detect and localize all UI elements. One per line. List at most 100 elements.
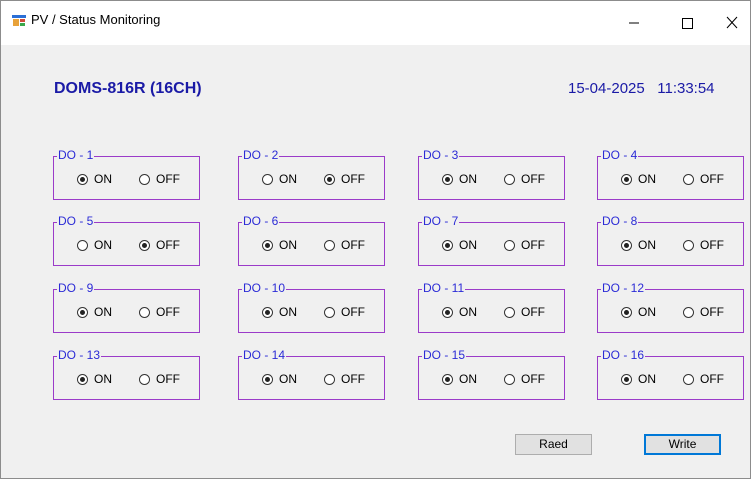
radio-circle-icon [262, 306, 273, 318]
radio-circle-icon [442, 173, 453, 185]
do-3-on-radio[interactable]: ON [442, 171, 477, 187]
do-group-11: DO - 11 ON OFF [418, 281, 565, 333]
radio-label: ON [459, 372, 477, 386]
do-group-2: DO - 2 ON OFF [238, 148, 385, 200]
do-group-label: DO - 12 [601, 281, 646, 296]
do-6-on-radio[interactable]: ON [262, 237, 297, 253]
datetime-display: 15-04-2025 11:33:54 [568, 80, 715, 97]
do-9-on-radio[interactable]: ON [77, 304, 112, 320]
window-title: PV / Status Monitoring [31, 12, 161, 27]
radio-label: OFF [700, 238, 724, 252]
radio-label: OFF [700, 172, 724, 186]
do-group-label: DO - 11 [422, 281, 466, 296]
do-8-off-radio[interactable]: OFF [683, 237, 724, 253]
radio-circle-icon [139, 373, 150, 385]
maximize-button[interactable] [664, 1, 710, 45]
radio-circle-icon [442, 373, 453, 385]
minimize-button[interactable] [611, 1, 657, 45]
do-12-on-radio[interactable]: ON [621, 304, 656, 320]
do-group-3: DO - 3 ON OFF [418, 148, 565, 200]
radio-selected-dot-icon [445, 176, 450, 182]
do-13-off-radio[interactable]: OFF [139, 371, 180, 387]
radio-selected-dot-icon [624, 176, 629, 182]
radio-label: OFF [700, 305, 724, 319]
do-group-10: DO - 10 ON OFF [238, 281, 385, 333]
radio-label: OFF [156, 172, 180, 186]
do-13-on-radio[interactable]: ON [77, 371, 112, 387]
do-7-off-radio[interactable]: OFF [504, 237, 545, 253]
do-15-off-radio[interactable]: OFF [504, 371, 545, 387]
radio-circle-icon [504, 173, 515, 185]
do-group-label: DO - 9 [57, 281, 95, 296]
do-group-16: DO - 16 ON OFF [597, 348, 744, 400]
do-1-on-radio[interactable]: ON [77, 171, 112, 187]
do-group-label: DO - 1 [57, 148, 95, 163]
do-10-on-radio[interactable]: ON [262, 304, 297, 320]
do-5-off-radio[interactable]: OFF [139, 237, 180, 253]
do-11-on-radio[interactable]: ON [442, 304, 477, 320]
do-9-off-radio[interactable]: OFF [139, 304, 180, 320]
do-6-off-radio[interactable]: OFF [324, 237, 365, 253]
radio-label: ON [94, 372, 112, 386]
do-group-label: DO - 8 [601, 214, 639, 229]
radio-label: OFF [156, 305, 180, 319]
radio-label: ON [94, 305, 112, 319]
do-8-on-radio[interactable]: ON [621, 237, 656, 253]
radio-circle-icon [77, 173, 88, 185]
radio-selected-dot-icon [445, 376, 450, 382]
radio-selected-dot-icon [142, 242, 147, 248]
do-group-label: DO - 2 [242, 148, 280, 163]
title-bar: PV / Status Monitoring [1, 1, 750, 45]
main-window: PV / Status Monitoring DOMS-816R (16CH) … [0, 0, 751, 479]
do-16-off-radio[interactable]: OFF [683, 371, 724, 387]
radio-label: ON [279, 238, 297, 252]
do-14-off-radio[interactable]: OFF [324, 371, 365, 387]
radio-circle-icon [262, 239, 273, 251]
close-button[interactable] [709, 1, 751, 45]
radio-selected-dot-icon [445, 309, 450, 315]
radio-selected-dot-icon [624, 309, 629, 315]
radio-selected-dot-icon [80, 176, 85, 182]
radio-label: ON [279, 305, 297, 319]
do-11-off-radio[interactable]: OFF [504, 304, 545, 320]
radio-selected-dot-icon [80, 309, 85, 315]
radio-selected-dot-icon [265, 309, 270, 315]
do-10-off-radio[interactable]: OFF [324, 304, 365, 320]
radio-selected-dot-icon [445, 242, 450, 248]
radio-label: OFF [341, 238, 365, 252]
radio-circle-icon [442, 239, 453, 251]
do-5-on-radio[interactable]: ON [77, 237, 112, 253]
do-15-on-radio[interactable]: ON [442, 371, 477, 387]
read-button[interactable]: Raed [515, 434, 592, 455]
do-2-on-radio[interactable]: ON [262, 171, 297, 187]
radio-label: ON [638, 172, 656, 186]
radio-label: ON [279, 372, 297, 386]
do-12-off-radio[interactable]: OFF [683, 304, 724, 320]
radio-label: ON [94, 172, 112, 186]
write-button[interactable]: Write [644, 434, 721, 455]
device-title: DOMS-816R (16CH) [54, 80, 202, 97]
do-2-off-radio[interactable]: OFF [324, 171, 365, 187]
do-3-off-radio[interactable]: OFF [504, 171, 545, 187]
do-7-on-radio[interactable]: ON [442, 237, 477, 253]
radio-label: OFF [156, 238, 180, 252]
do-1-off-radio[interactable]: OFF [139, 171, 180, 187]
radio-circle-icon [324, 306, 335, 318]
radio-selected-dot-icon [624, 376, 629, 382]
do-group-label: DO - 7 [422, 214, 460, 229]
do-4-off-radio[interactable]: OFF [683, 171, 724, 187]
do-14-on-radio[interactable]: ON [262, 371, 297, 387]
radio-label: OFF [341, 172, 365, 186]
radio-circle-icon [77, 306, 88, 318]
radio-label: OFF [156, 372, 180, 386]
do-group-label: DO - 15 [422, 348, 467, 363]
radio-circle-icon [262, 173, 273, 185]
do-group-label: DO - 14 [242, 348, 287, 363]
do-group-8: DO - 8 ON OFF [597, 214, 744, 266]
do-16-on-radio[interactable]: ON [621, 371, 656, 387]
radio-label: OFF [521, 172, 545, 186]
do-4-on-radio[interactable]: ON [621, 171, 656, 187]
radio-circle-icon [77, 373, 88, 385]
radio-selected-dot-icon [624, 242, 629, 248]
radio-circle-icon [324, 173, 335, 185]
